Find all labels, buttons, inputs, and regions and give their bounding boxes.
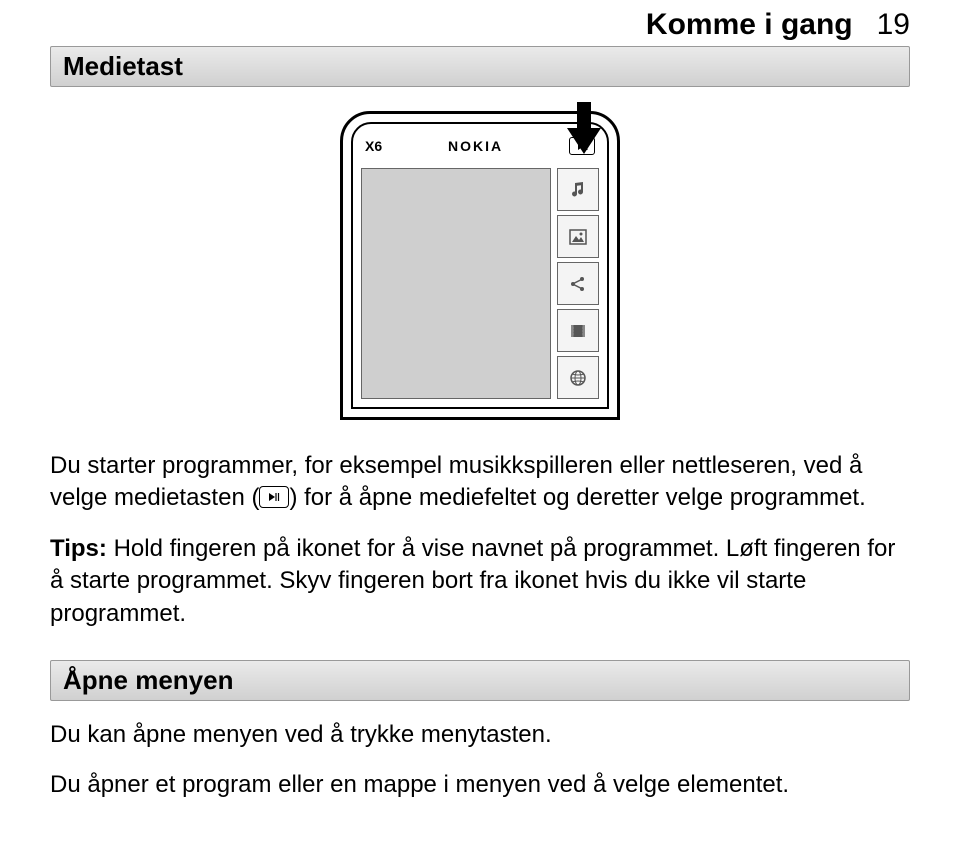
- share-icon: [557, 262, 599, 305]
- page-header: Komme i gang 19: [50, 0, 910, 46]
- para1-part2: ) for å åpne mediefeltet og deretter vel…: [289, 484, 865, 511]
- intro-paragraph: Du starter programmer, for eksempel musi…: [50, 450, 910, 515]
- music-icon: [557, 168, 599, 211]
- page-number: 19: [877, 8, 910, 42]
- section-heading-medietast: Medietast: [50, 46, 910, 87]
- phone-brand-label: NOKIA: [448, 138, 503, 154]
- section-title: Medietast: [63, 51, 183, 81]
- image-icon: [557, 215, 599, 258]
- phone-inner: X6 NOKIA: [351, 122, 609, 409]
- section-heading-apne-menyen: Åpne menyen: [50, 660, 910, 701]
- tips-paragraph: Tips: Hold fingeren på ikonet for å vise…: [50, 533, 910, 630]
- menu-para1: Du kan åpne menyen ved å trykke menytast…: [50, 719, 910, 751]
- menu-para2: Du åpner et program eller en mappe i men…: [50, 769, 910, 801]
- arrow-indicator: [565, 102, 603, 154]
- globe-icon: [557, 356, 599, 399]
- tips-text: Hold fingeren på ikonet for å vise navne…: [50, 535, 895, 627]
- phone-model-label: X6: [365, 138, 382, 154]
- chapter-title: Komme i gang: [646, 8, 853, 42]
- phone-frame: X6 NOKIA: [340, 111, 620, 420]
- media-bar: [557, 168, 599, 399]
- tips-label: Tips:: [50, 535, 107, 562]
- video-icon: [557, 309, 599, 352]
- media-key-inline-icon: [259, 486, 289, 508]
- screen-main-area: [361, 168, 551, 399]
- section2-title: Åpne menyen: [63, 665, 234, 695]
- phone-screen: [357, 168, 603, 403]
- phone-illustration: X6 NOKIA: [50, 111, 910, 420]
